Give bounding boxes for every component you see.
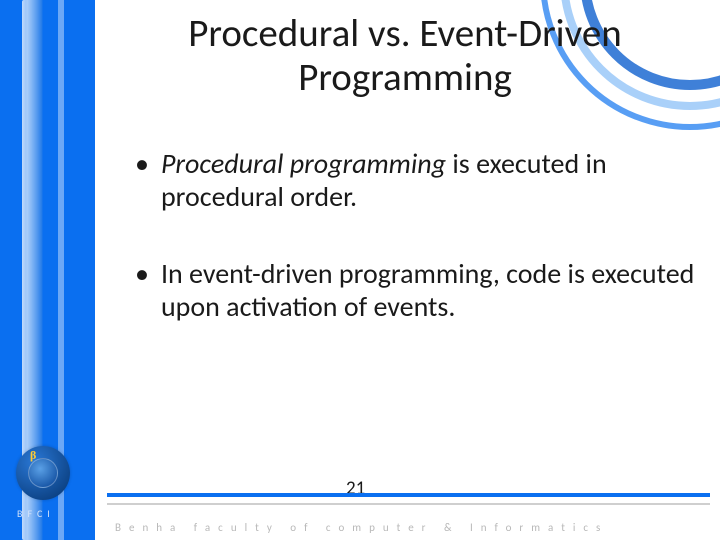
bullet-text: In event-driven programming, code is exe…: [161, 257, 695, 323]
list-item: • In event-driven programming, code is e…: [135, 257, 695, 323]
bullet-icon: •: [135, 257, 149, 290]
footer-divider-gray: [107, 503, 710, 505]
bullet-icon: •: [135, 147, 149, 180]
footer-text: Benha faculty of computer & Informatics: [115, 521, 608, 534]
logo-label: BFCI: [17, 507, 55, 520]
slide-title: Procedural vs. Event-Driven Programming: [115, 12, 695, 99]
institution-logo: β: [16, 446, 70, 500]
bullet-text: Procedural programming is executed in pr…: [161, 147, 695, 213]
bullet-rest: In event-driven programming, code is exe…: [161, 256, 694, 324]
bullet-list: • Procedural programming is executed in …: [115, 147, 695, 323]
list-item: • Procedural programming is executed in …: [135, 147, 695, 213]
slide-footer: Benha faculty of computer & Informatics: [95, 485, 720, 540]
footer-divider-blue: [107, 493, 710, 497]
bullet-italic-lead: Procedural programming: [161, 146, 446, 181]
slide-content: Procedural vs. Event-Driven Programming …: [115, 12, 695, 367]
